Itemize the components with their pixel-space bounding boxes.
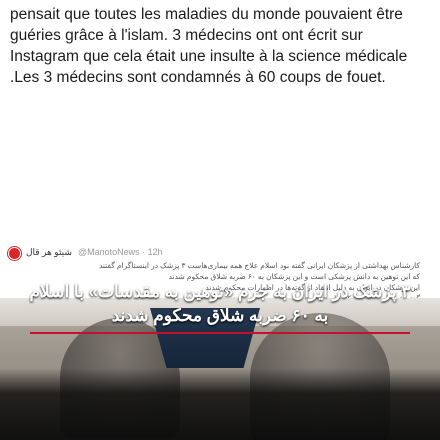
photo-caption-underline	[30, 332, 410, 334]
photo-caption-line2: به ۶۰ ضربه شلاق محکوم شدند	[111, 306, 329, 325]
article-caption: pensait que toutes les maladies du monde…	[10, 6, 408, 86]
post-text-line: کارشناس بهداشتی از پزشکان ایرانی گفته بو…	[98, 261, 420, 270]
embedded-post[interactable]: شيئو هر قال @ManotoNews · 12h کارشناس به…	[0, 240, 440, 440]
photo-caption-line1: ۳ پزشک در ایران به جرم «توهین به مقدسات»…	[29, 282, 411, 301]
post-handle[interactable]: @ManotoNews · 12h	[78, 247, 163, 257]
photo-shadow	[0, 368, 440, 440]
avatar[interactable]	[8, 247, 21, 260]
post-author[interactable]: شيئو هر قال	[26, 247, 72, 258]
post-text-line: که این توهین به دانش پزشکی است و این پزش…	[168, 272, 420, 281]
